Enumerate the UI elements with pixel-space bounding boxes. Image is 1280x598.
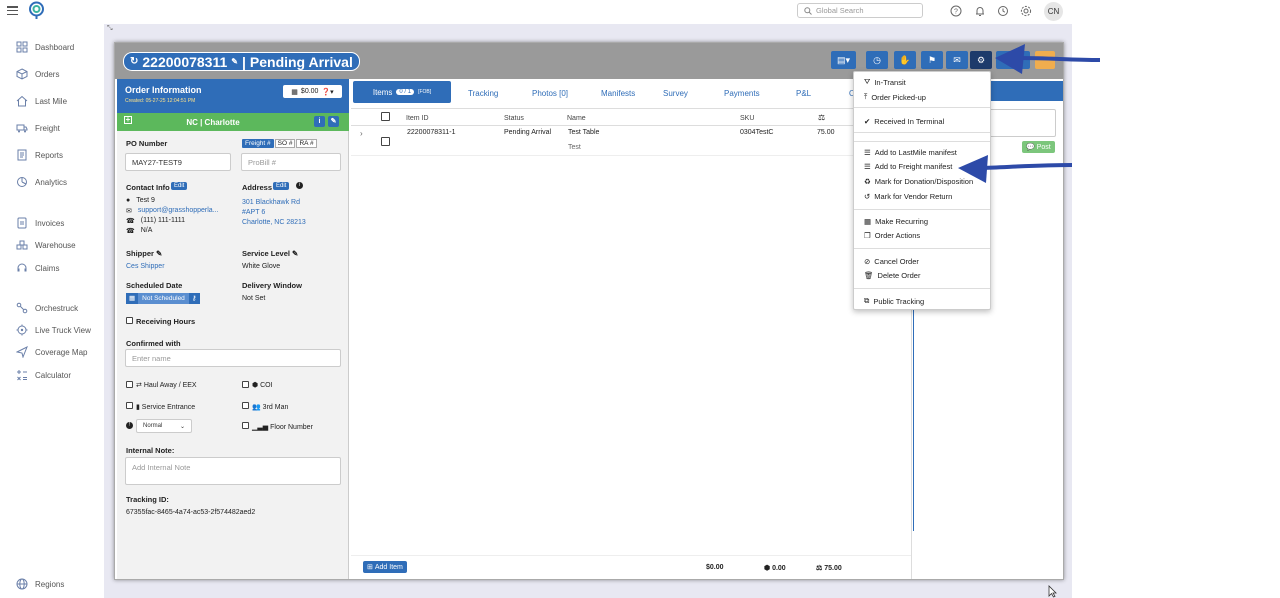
annotation-arrows — [958, 44, 1101, 183]
arrow-to-freight-manifest — [979, 163, 1073, 170]
arrow-head-settings — [995, 44, 1025, 74]
cursor-icon — [1048, 585, 1057, 598]
resize-icon: ⤡ — [107, 25, 113, 32]
arrow-to-settings — [1019, 56, 1101, 62]
arrow-head-freight — [958, 155, 988, 183]
